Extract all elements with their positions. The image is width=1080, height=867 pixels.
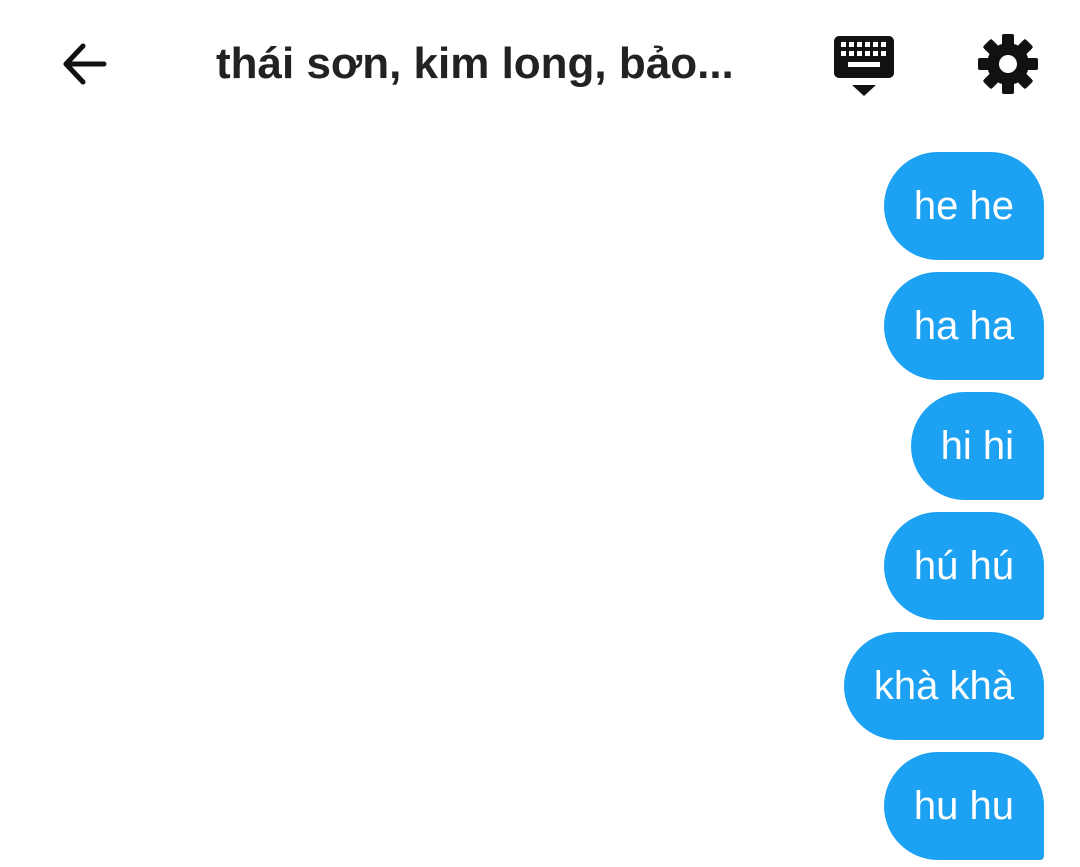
message-list[interactable]: he he ha ha hi hi hú hú khà khà hu hu — [0, 128, 1080, 867]
sent-message-bubble[interactable]: ha ha — [883, 272, 1044, 380]
message-row: hu hu — [883, 752, 1044, 860]
gear-icon — [978, 34, 1038, 94]
message-row: he he — [883, 152, 1044, 260]
keyboard-toggle-button[interactable] — [828, 30, 900, 102]
sent-message-bubble[interactable]: hi hi — [910, 392, 1044, 500]
sent-message-bubble[interactable]: he he — [883, 152, 1044, 260]
keyboard-hide-icon — [834, 36, 894, 96]
sent-message-bubble[interactable]: hu hu — [883, 752, 1044, 860]
sent-message-bubble[interactable]: hú hú — [883, 512, 1044, 620]
settings-button[interactable] — [972, 28, 1044, 100]
arrow-left-icon — [63, 43, 107, 85]
conversation-title[interactable]: thái sơn, kim long, bảo... — [216, 30, 776, 98]
message-row: hi hi — [910, 392, 1044, 500]
message-row: hú hú — [883, 512, 1044, 620]
message-row: khà khà — [843, 632, 1044, 740]
back-button[interactable] — [50, 30, 118, 98]
sent-message-bubble[interactable]: khà khà — [843, 632, 1044, 740]
message-row: ha ha — [883, 272, 1044, 380]
conversation-header: thái sơn, kim long, bảo... — [0, 0, 1080, 128]
